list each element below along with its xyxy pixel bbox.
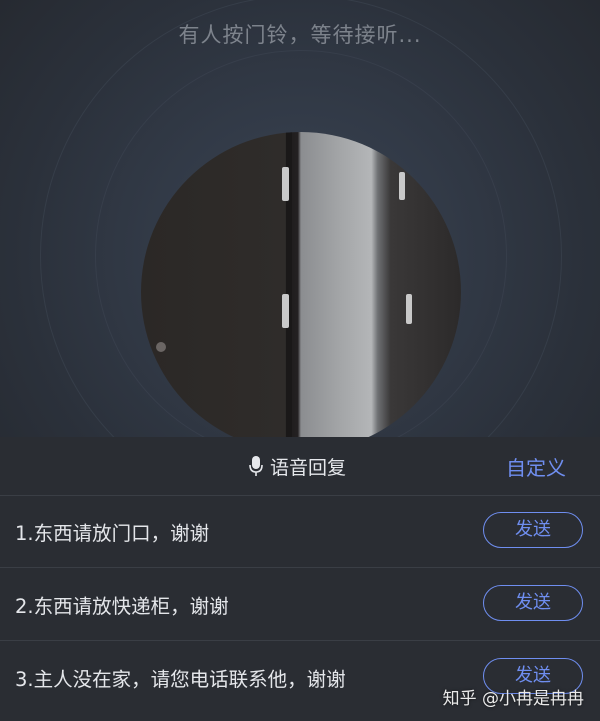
reply-panel-header: 语音回复 自定义 — [0, 437, 600, 496]
video-call-area: 有人按门铃，等待接听... — [0, 0, 600, 437]
reply-text: 2.东西请放快递柜，谢谢 — [15, 595, 229, 618]
microphone-icon — [249, 456, 263, 476]
send-button[interactable]: 发送 — [483, 512, 583, 548]
call-status-text: 有人按门铃，等待接听... — [178, 23, 422, 47]
doorbell-camera-feed — [141, 132, 461, 437]
reply-text: 1.东西请放门口，谢谢 — [15, 522, 210, 545]
door-hinge — [282, 294, 289, 328]
watermark: 知乎 @小冉是冉冉 — [442, 689, 584, 709]
custom-reply-button[interactable]: 自定义 — [506, 452, 566, 481]
send-button[interactable]: 发送 — [483, 585, 583, 621]
voice-reply-label: 语音回复 — [270, 456, 347, 479]
door-hinge — [406, 294, 412, 324]
door-peephole — [156, 342, 166, 352]
reply-text: 3.主人没在家，请您电话联系他，谢谢 — [15, 668, 346, 691]
reply-panel: 语音回复 自定义 1.东西请放门口，谢谢 发送 2.东西请放快递柜，谢谢 发送 … — [0, 437, 600, 721]
reply-row: 1.东西请放门口，谢谢 发送 — [0, 495, 600, 568]
door-hinge — [282, 167, 289, 201]
door-hinge — [399, 172, 405, 200]
voice-reply-button[interactable]: 语音回复 — [248, 453, 346, 479]
reply-row: 2.东西请放快递柜，谢谢 发送 — [0, 568, 600, 641]
